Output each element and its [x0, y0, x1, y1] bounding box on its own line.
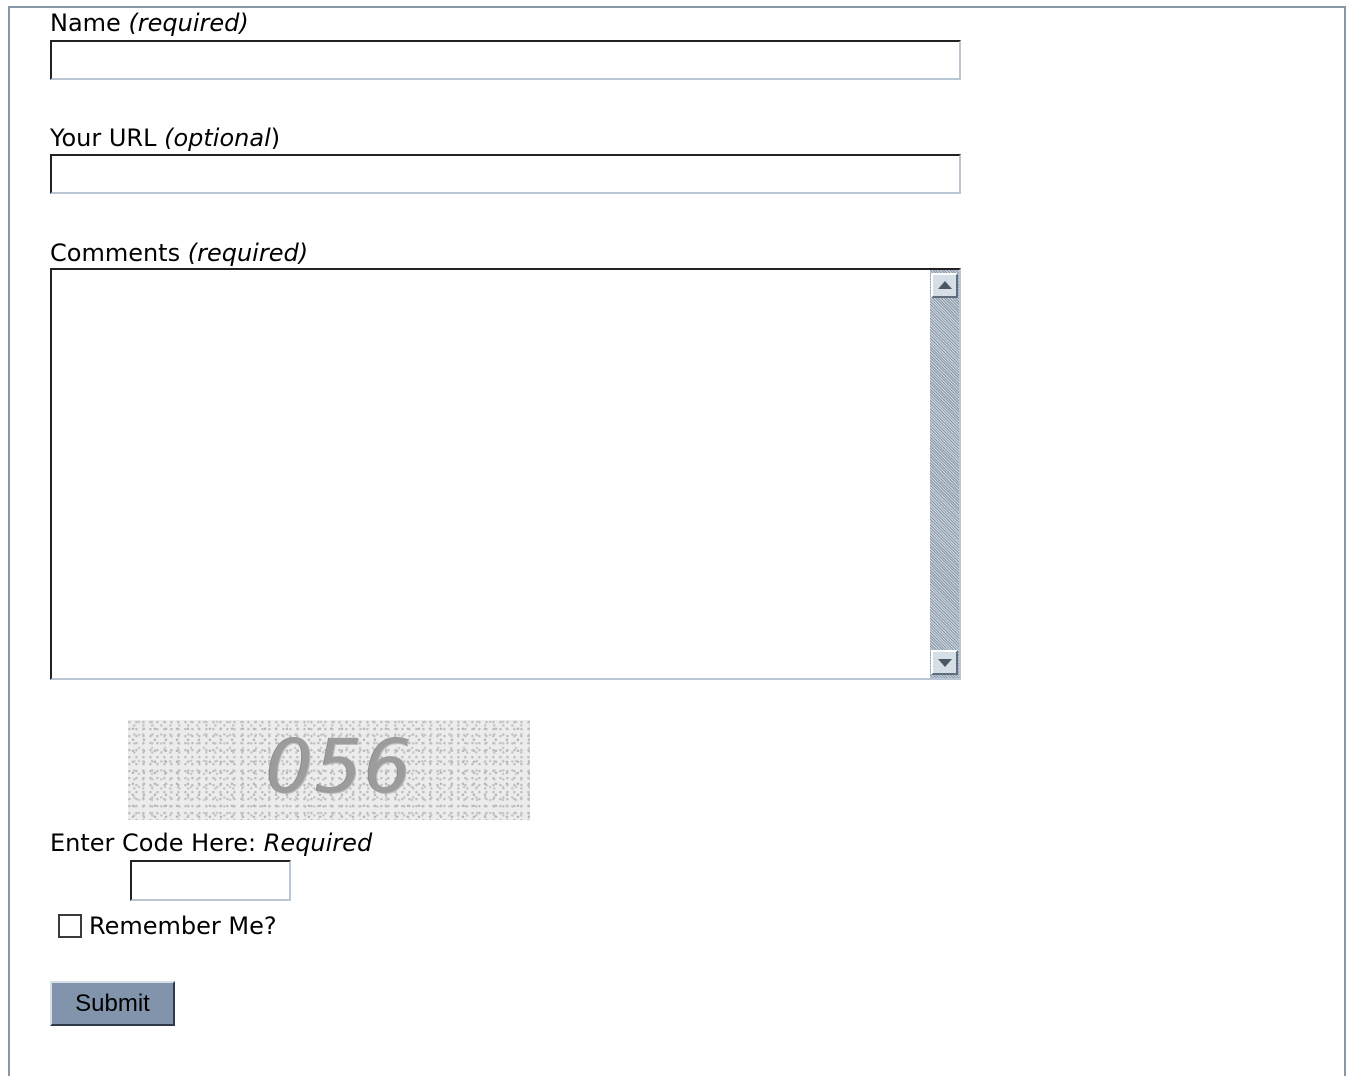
comments-textarea[interactable] [52, 270, 930, 678]
captcha-image: 056 [128, 720, 530, 820]
captcha-required-note: Required [263, 829, 373, 857]
url-label: Your URL (optional) [50, 123, 280, 153]
url-label-suffix: ) [270, 124, 281, 152]
captcha-label: Enter Code Here: Required [50, 828, 372, 858]
arrow-up-icon [938, 281, 952, 289]
url-input[interactable] [50, 154, 961, 194]
name-required-note: (required) [128, 9, 249, 37]
comments-label-text: Comments [50, 239, 188, 267]
remember-me-checkbox[interactable] [58, 914, 82, 938]
scroll-down-button[interactable] [931, 650, 958, 675]
remember-me-label: Remember Me? [89, 912, 277, 940]
url-optional-note: (optional [164, 124, 271, 152]
arrow-down-icon [938, 659, 952, 667]
scroll-up-button[interactable] [931, 273, 958, 298]
name-label: Name (required) [50, 8, 249, 38]
submit-button[interactable]: Submit [50, 981, 175, 1026]
url-label-text: Your URL [50, 124, 165, 152]
comments-scrollbar[interactable] [930, 270, 959, 678]
name-input[interactable] [50, 40, 961, 80]
captcha-code-text: 056 [266, 724, 414, 810]
comments-textarea-box [50, 268, 961, 680]
comments-label: Comments (required) [50, 238, 308, 268]
name-label-text: Name [50, 9, 129, 37]
remember-me-row: Remember Me? [58, 911, 277, 941]
captcha-code-input[interactable] [130, 860, 291, 901]
comments-required-note: (required) [187, 239, 309, 267]
captcha-label-text: Enter Code Here: [50, 829, 264, 857]
